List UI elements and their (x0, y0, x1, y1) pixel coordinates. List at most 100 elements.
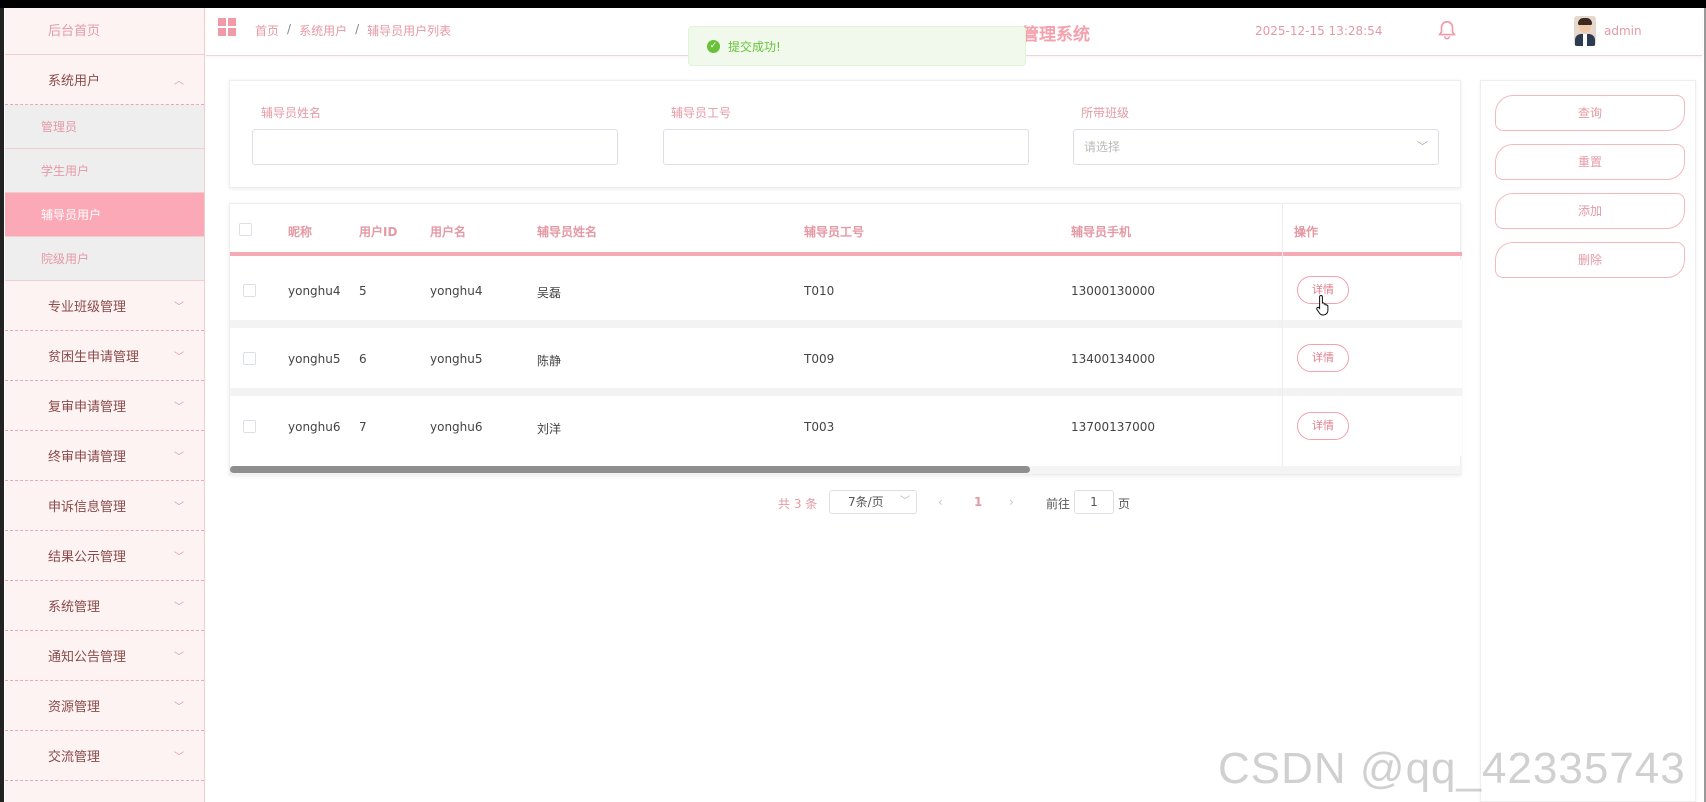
window-left-edge (0, 8, 4, 802)
sidebar-group-label: 通知公告管理 (48, 650, 127, 665)
avatar[interactable] (1574, 16, 1596, 46)
toast-message: 提交成功! (728, 39, 781, 54)
cell-phone: 13000130000 (1071, 284, 1155, 298)
sidebar-group-poor-student-apply[interactable]: 贫困生申请管理 ﹀ (5, 331, 204, 381)
username[interactable]: admin (1604, 24, 1642, 38)
sidebar-group-label: 交流管理 (48, 750, 101, 765)
sidebar-group-label: 贫困生申请管理 (48, 350, 140, 365)
sidebar-group-system-users[interactable]: 系统用户 ︿ (5, 55, 204, 105)
chevron-down-icon: ﹀ (174, 552, 184, 563)
sidebar-group-label: 资源管理 (48, 700, 101, 715)
column-header-nickname[interactable]: 昵称 (288, 223, 312, 240)
sidebar-group-appeal[interactable]: 申诉信息管理 ﹀ (5, 481, 204, 531)
row-divider (230, 320, 1462, 328)
chevron-down-icon: ﹀ (174, 352, 184, 363)
next-page-button[interactable]: › (1009, 495, 1014, 509)
reset-button[interactable]: 重置 (1495, 144, 1685, 180)
fixed-column-edge (1282, 204, 1283, 466)
chevron-down-icon: ﹀ (174, 602, 184, 613)
sidebar-group-final-review[interactable]: 终审申请管理 ﹀ (5, 431, 204, 481)
sidebar-item-home[interactable]: 后台首页 (5, 8, 204, 55)
row-checkbox[interactable] (243, 420, 256, 433)
sidebar-group-review-apply[interactable]: 复审申请管理 ﹀ (5, 381, 204, 431)
pagination-total: 共 3 条 (778, 497, 818, 511)
detail-button[interactable]: 详情 (1297, 412, 1349, 440)
sidebar-group-resources[interactable]: 资源管理 ﹀ (5, 681, 204, 731)
cell-username: yonghu4 (430, 284, 483, 298)
sidebar-group-major-class[interactable]: 专业班级管理 ﹀ (5, 281, 204, 331)
page-size-select[interactable]: 7条/页 ﹀ (829, 490, 917, 514)
goto-page-input[interactable]: 1 (1074, 490, 1114, 514)
row-checkbox[interactable] (243, 352, 256, 365)
chevron-down-icon: ﹀ (1417, 140, 1428, 153)
sidebar-group-label: 结果公示管理 (48, 550, 127, 565)
cell-phone: 13400134000 (1071, 352, 1155, 366)
column-header-user-id[interactable]: 用户ID (359, 223, 397, 240)
counselor-id-input[interactable] (663, 129, 1029, 165)
column-header-staff-no[interactable]: 辅导员工号 (804, 223, 864, 240)
sidebar-item-admin[interactable]: 管理员 (5, 105, 204, 149)
breadcrumb-system-users[interactable]: 系统用户 (299, 22, 347, 39)
bell-icon[interactable] (1436, 18, 1458, 42)
horizontal-scrollbar[interactable] (230, 466, 1030, 473)
sidebar-group-system-mgmt[interactable]: 系统管理 ﹀ (5, 581, 204, 631)
table-header: 昵称 用户ID 用户名 辅导员姓名 辅导员工号 辅导员手机 操作 (230, 204, 1462, 256)
cell-counselor-name: 陈静 (537, 354, 562, 368)
datetime: 2025-12-15 13:28:54 (1255, 24, 1383, 38)
query-button[interactable]: 查询 (1495, 95, 1685, 131)
sidebar-item-college-users[interactable]: 院级用户 (5, 237, 204, 281)
sidebar-item-student-users[interactable]: 学生用户 (5, 149, 204, 193)
chevron-down-icon: ﹀ (174, 402, 184, 413)
breadcrumb-home[interactable]: 首页 (255, 22, 279, 39)
sidebar-group-label: 系统用户 (48, 74, 101, 89)
cell-username: yonghu6 (430, 420, 483, 434)
prev-page-button[interactable]: ‹ (938, 495, 943, 509)
table-row[interactable]: yonghu6 7 yonghu6 刘洋 T003 13700137000 详情 (230, 396, 1462, 456)
sidebar-group-label: 复审申请管理 (48, 400, 127, 415)
sidebar-group-label: 系统管理 (48, 600, 101, 615)
column-header-username[interactable]: 用户名 (430, 223, 466, 240)
counselor-table: 昵称 用户ID 用户名 辅导员姓名 辅导员工号 辅导员手机 操作 yonghu4… (229, 203, 1462, 475)
class-label: 所带班级 (1081, 106, 1130, 120)
cell-nickname: yonghu6 (288, 420, 341, 434)
column-header-phone[interactable]: 辅导员手机 (1071, 223, 1131, 240)
sidebar-group-communication[interactable]: 交流管理 ﹀ (5, 731, 204, 781)
chevron-down-icon: ﹀ (174, 652, 184, 663)
chevron-up-icon: ︿ (174, 76, 184, 87)
detail-button[interactable]: 详情 (1297, 344, 1349, 372)
breadcrumb-current: 辅导员用户列表 (367, 24, 452, 38)
cell-staff-no: T009 (804, 352, 835, 366)
menu-grid-icon[interactable] (218, 18, 236, 36)
sidebar-group-notice[interactable]: 通知公告管理 ﹀ (5, 631, 204, 681)
row-checkbox[interactable] (243, 284, 256, 297)
goto-label: 前往 (1046, 497, 1071, 511)
page-number-current[interactable]: 1 (974, 495, 982, 509)
class-select[interactable]: 请选择 ﹀ (1073, 129, 1439, 165)
counselor-name-input[interactable] (252, 129, 618, 165)
watermark: CSDN @qq_42335743 (1218, 744, 1686, 793)
breadcrumb-separator: / (355, 22, 360, 36)
breadcrumb: 首页 / 系统用户 / 辅导员用户列表 (255, 22, 451, 39)
table-row[interactable]: yonghu4 5 yonghu4 吴磊 T010 13000130000 详情 (230, 260, 1462, 320)
sidebar-item-counselor-users[interactable]: 辅导员用户 (5, 193, 204, 237)
counselor-name-label: 辅导员姓名 (261, 106, 322, 120)
column-header-operation: 操作 (1294, 225, 1319, 239)
chevron-down-icon: ﹀ (174, 752, 184, 763)
chevron-down-icon: ﹀ (174, 452, 184, 463)
add-button[interactable]: 添加 (1495, 193, 1685, 229)
sidebar-group-result-publicity[interactable]: 结果公示管理 ﹀ (5, 531, 204, 581)
class-select-placeholder: 请选择 (1084, 140, 1121, 154)
cell-user-id: 6 (359, 352, 367, 366)
delete-button[interactable]: 删除 (1495, 242, 1685, 278)
cell-staff-no: T010 (804, 284, 835, 298)
sidebar-group-label: 终审申请管理 (48, 450, 127, 465)
chevron-down-icon: ﹀ (174, 302, 184, 313)
window-top-edge (0, 0, 1706, 8)
column-header-counselor-name[interactable]: 辅导员姓名 (537, 223, 597, 240)
select-all-checkbox[interactable] (239, 223, 252, 236)
page: 后台首页 系统用户 ︿ 管理员 学生用户 辅导员用户 院级用户 专业班级管理 ﹀… (0, 0, 1706, 802)
cell-user-id: 7 (359, 420, 367, 434)
cell-phone: 13700137000 (1071, 420, 1155, 434)
table-row[interactable]: yonghu5 6 yonghu5 陈静 T009 13400134000 详情 (230, 328, 1462, 388)
cell-counselor-name: 吴磊 (537, 286, 562, 300)
